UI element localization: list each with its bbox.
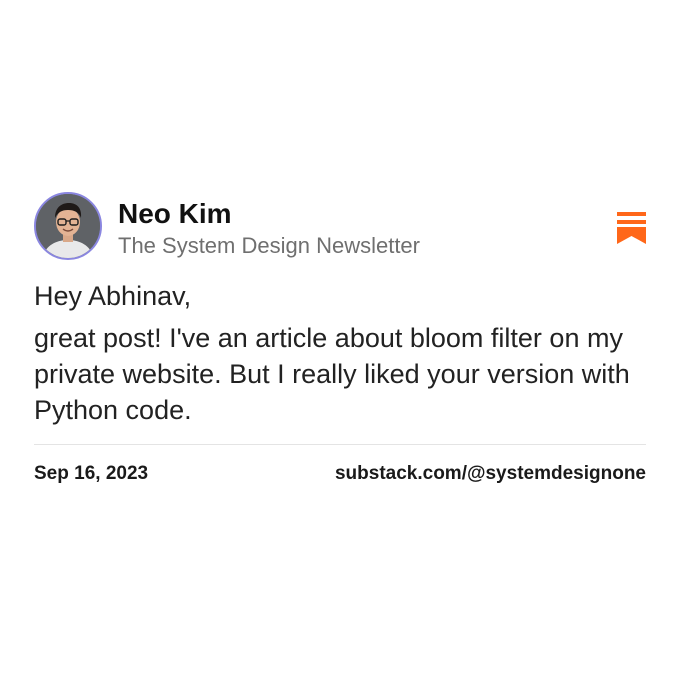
comment-text: great post! I've an article about bloom …: [34, 323, 630, 425]
comment-card: Neo Kim The System Design Newsletter Hey…: [34, 192, 646, 499]
card-footer: Sep 16, 2023 substack.com/@systemdesigno…: [34, 459, 646, 499]
substack-logo-icon[interactable]: [617, 212, 646, 244]
profile-link[interactable]: substack.com/@systemdesignone: [335, 463, 646, 485]
avatar-image: [36, 194, 100, 258]
avatar[interactable]: [34, 192, 102, 260]
publication-name[interactable]: The System Design Newsletter: [118, 233, 420, 259]
substack-logo-icon-svg: [617, 212, 646, 244]
card-header: Neo Kim The System Design Newsletter: [34, 192, 646, 266]
comment-body: Hey Abhinav, great post! I've an article…: [34, 278, 646, 428]
post-date: Sep 16, 2023: [34, 463, 149, 484]
divider: [34, 444, 646, 445]
comment-greeting: Hey Abhinav,: [34, 281, 192, 311]
author-name[interactable]: Neo Kim: [118, 198, 232, 230]
